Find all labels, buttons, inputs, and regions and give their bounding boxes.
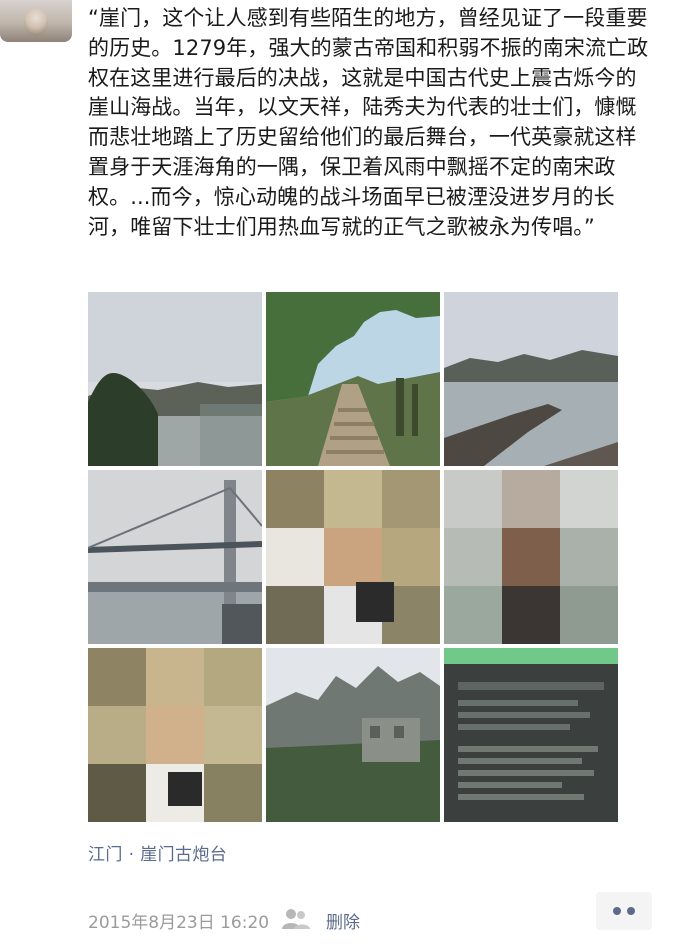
photo-person-posing-pixelated[interactable] [444, 470, 618, 644]
photo-coastal-hills-tree[interactable] [88, 292, 262, 466]
photo-river-hills-pier[interactable] [444, 292, 618, 466]
post-text: “崖门，这个让人感到有些陌生的地方，曾经见证了一段重要的历史。1279年，强大的… [88, 6, 649, 239]
more-dots-icon [627, 907, 635, 915]
photo-stone-stairway-trees[interactable] [266, 292, 440, 466]
delete-button[interactable]: 删除 [326, 908, 360, 933]
photo-person-portrait-pixelated[interactable] [88, 648, 262, 822]
photo-person-pixelated[interactable] [266, 470, 440, 644]
location-link[interactable]: 江门 · 崖门古炮台 [88, 840, 227, 865]
avatar[interactable] [0, 0, 72, 42]
friends-visibility-icon[interactable] [280, 907, 312, 931]
photo-info-sign[interactable] [444, 648, 618, 822]
more-options-button[interactable] [596, 892, 652, 930]
photo-fortress-ruins[interactable] [266, 648, 440, 822]
more-dots-icon [613, 907, 621, 915]
photo-bridge-over-river[interactable] [88, 470, 262, 644]
photo-grid [88, 292, 618, 822]
post-footer: 2015年8月23日 16:20 删除 [88, 892, 654, 934]
timestamp: 2015年8月23日 16:20 [88, 913, 270, 933]
